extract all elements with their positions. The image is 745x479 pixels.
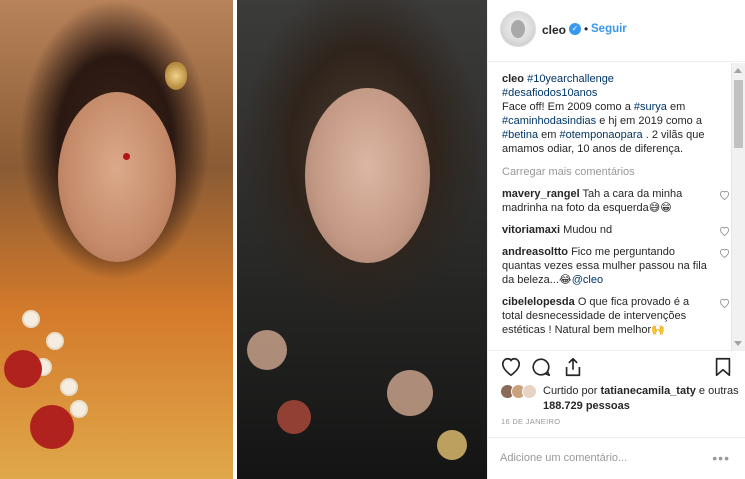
username-link[interactable]: cleo — [542, 23, 566, 37]
comment-username[interactable]: andreasoltto — [502, 246, 568, 258]
likes-prefix: Curtido por — [543, 385, 601, 397]
red-flower — [30, 405, 74, 449]
comment-like-heart-icon[interactable] — [719, 248, 730, 258]
comment-like-heart-icon[interactable] — [719, 298, 730, 308]
caption-text: em — [538, 129, 560, 141]
embroidered-flower — [247, 330, 287, 370]
head-jewel — [165, 62, 187, 90]
scroll-down-arrow-icon[interactable] — [734, 341, 742, 346]
hashtag-link[interactable]: #caminhodasindias — [502, 115, 596, 127]
hashtag-link[interactable]: #surya — [634, 101, 667, 113]
action-bar — [488, 352, 745, 380]
add-comment-bar: ••• — [488, 437, 745, 479]
jasmine-flower — [72, 402, 86, 416]
red-flower — [4, 350, 42, 388]
hashtag-link[interactable]: #betina — [502, 129, 538, 141]
comment-item: andreasoltto Fico me perguntando quantas… — [502, 245, 730, 287]
likes-section: Curtido por tatianecamila_taty e outras … — [500, 384, 740, 414]
comment-username[interactable]: cibelelopesda — [502, 296, 575, 308]
caption-text: e hj em 2019 como a — [596, 115, 702, 127]
heart-icon[interactable] — [500, 356, 522, 378]
comment-username[interactable]: vitoriamaxi — [502, 224, 560, 236]
comments-scrollbar[interactable] — [731, 63, 745, 351]
instagram-post: cleo ✓ • Seguir cleo #10yearchallenge #d… — [0, 0, 745, 479]
caption: cleo #10yearchallenge #desafiodos10anos … — [502, 72, 730, 156]
post-header: cleo ✓ • Seguir — [488, 0, 745, 62]
caption-text: em — [666, 101, 686, 113]
liker-avatars — [500, 384, 540, 400]
likes-count: Curtido por tatianecamila_taty e outras … — [543, 384, 743, 414]
liker-username-link[interactable]: tatianecamila_taty — [600, 385, 695, 397]
separator-dot: • — [584, 22, 589, 36]
more-options-icon[interactable]: ••• — [712, 451, 730, 465]
photo-2009 — [0, 0, 233, 479]
jasmine-flower — [24, 312, 38, 326]
comments-list: cleo #10yearchallenge #desafiodos10anos … — [502, 72, 730, 345]
embroidered-flower — [387, 370, 433, 416]
jasmine-flower — [62, 380, 76, 394]
caption-username[interactable]: cleo — [502, 73, 524, 85]
comment-item: vitoriamaxi Mudou nd — [502, 223, 730, 237]
scroll-up-arrow-icon[interactable] — [734, 68, 742, 73]
bookmark-icon[interactable] — [712, 356, 734, 378]
post-image[interactable] — [0, 0, 487, 479]
comment-item: cibelelopesda O que fica provado é a tot… — [502, 295, 730, 337]
comment-text: Mudou nd — [560, 224, 613, 236]
mention-link[interactable]: @cleo — [572, 274, 603, 286]
load-more-comments-button[interactable]: Carregar mais comentários — [502, 165, 730, 179]
jasmine-flower — [48, 334, 62, 348]
avatar — [522, 384, 537, 399]
post-date[interactable]: 16 DE JANEIRO — [501, 417, 560, 426]
comment-item: mavery_rangel Tah a cara da minha madrin… — [502, 187, 730, 215]
caption-text: Face off! Em 2009 como a — [502, 101, 634, 113]
likes-tail[interactable]: pessoas — [583, 400, 630, 412]
post-sidebar: cleo ✓ • Seguir cleo #10yearchallenge #d… — [487, 0, 745, 479]
bindi — [123, 153, 130, 160]
avatar[interactable] — [500, 11, 536, 47]
comment-bubble-icon[interactable] — [530, 356, 552, 378]
share-icon[interactable] — [562, 356, 584, 378]
likes-total-link[interactable]: 188.729 — [543, 400, 583, 412]
photo-2019 — [237, 0, 487, 479]
scrollbar-thumb[interactable] — [734, 80, 743, 148]
comments-section[interactable]: cleo #10yearchallenge #desafiodos10anos … — [488, 63, 745, 351]
hashtag-link[interactable]: #otemponaopara — [560, 129, 643, 141]
hashtag-link[interactable]: #desafiodos10anos — [502, 87, 597, 99]
likes-suffix: e outras — [695, 385, 739, 397]
face-2009 — [58, 92, 176, 262]
verified-badge-icon: ✓ — [569, 23, 581, 35]
comment-like-heart-icon[interactable] — [719, 226, 730, 236]
hashtag-link[interactable]: #10yearchallenge — [527, 73, 614, 85]
comment-like-heart-icon[interactable] — [719, 190, 730, 200]
comment-input[interactable] — [500, 448, 710, 468]
follow-button[interactable]: Seguir — [591, 23, 627, 35]
embroidered-flower — [277, 400, 311, 434]
embroidered-flower — [437, 430, 467, 460]
comment-username[interactable]: mavery_rangel — [502, 188, 580, 200]
face-2019 — [305, 88, 430, 263]
